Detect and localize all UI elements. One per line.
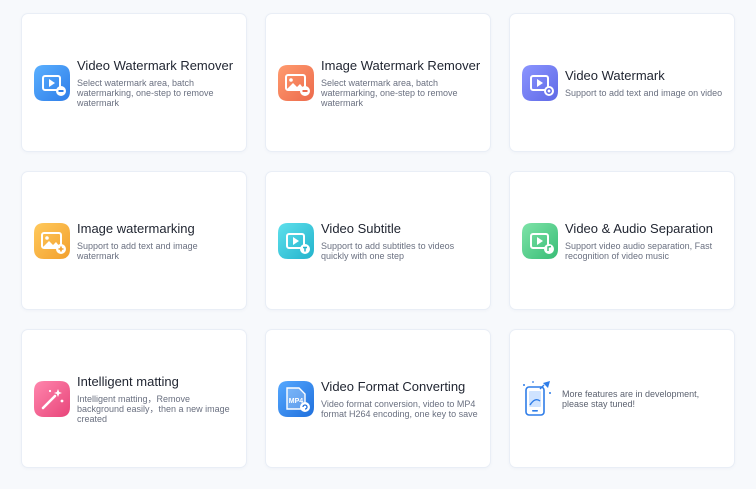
card-video-format-converting[interactable]: MP4 Video Format Converting Video format… xyxy=(266,330,490,467)
card-title: Intelligent matting xyxy=(77,373,179,389)
card-title: Image watermarking xyxy=(77,220,195,236)
card-title: Video & Audio Separation xyxy=(565,220,713,236)
video-format-converting-icon: MP4 xyxy=(276,379,316,419)
card-video-watermark[interactable]: Video Watermark Support to add text and … xyxy=(510,14,734,151)
video-subtitle-icon xyxy=(276,221,316,261)
video-watermark-remover-icon xyxy=(32,63,72,103)
card-description: Support to add text and image watermark xyxy=(77,240,198,261)
card-title: Video Watermark Remover xyxy=(77,57,234,73)
video-watermark-icon xyxy=(520,63,560,103)
card-description: Intelligent matting，Remove background ea… xyxy=(77,393,230,424)
card-intelligent-matting[interactable]: Intelligent matting Intelligent matting，… xyxy=(22,330,246,467)
dev-message: More features are in development, please… xyxy=(562,388,700,409)
card-title: Video Format Converting xyxy=(321,378,466,394)
card-title: Video Watermark xyxy=(565,67,665,83)
image-watermark-remover-icon xyxy=(276,63,316,103)
card-description: Support video audio separation, Fast rec… xyxy=(565,240,713,261)
phone-rocket-icon xyxy=(520,379,554,419)
card-video-watermark-remover[interactable]: Video Watermark Remover Select watermark… xyxy=(22,14,246,151)
card-description: Select watermark area, batch watermarkin… xyxy=(77,77,214,108)
card-image-watermark-remover[interactable]: Image Watermark Remover Select watermark… xyxy=(266,14,490,151)
card-video-audio-separation[interactable]: Video & Audio Separation Support video a… xyxy=(510,172,734,309)
card-video-subtitle[interactable]: Video Subtitle Support to add subtitles … xyxy=(266,172,490,309)
image-watermarking-icon xyxy=(32,221,72,261)
card-description: Support to add subtitles to videos quick… xyxy=(321,240,455,261)
card-title: Video Subtitle xyxy=(321,220,401,236)
features-grid: Video Watermark Remover Select watermark… xyxy=(22,14,734,467)
card-description: Support to add text and image on video xyxy=(565,87,723,98)
card-title: Image Watermark Remover xyxy=(321,57,481,73)
intelligent-matting-icon xyxy=(32,379,72,419)
card-description: Video format conversion, video to MP4 fo… xyxy=(321,398,478,419)
card-image-watermarking[interactable]: Image watermarking Support to add text a… xyxy=(22,172,246,309)
card-more-features: More features are in development, please… xyxy=(510,330,734,467)
card-description: Select watermark area, batch watermarkin… xyxy=(321,77,458,108)
video-audio-separation-icon xyxy=(520,221,560,261)
